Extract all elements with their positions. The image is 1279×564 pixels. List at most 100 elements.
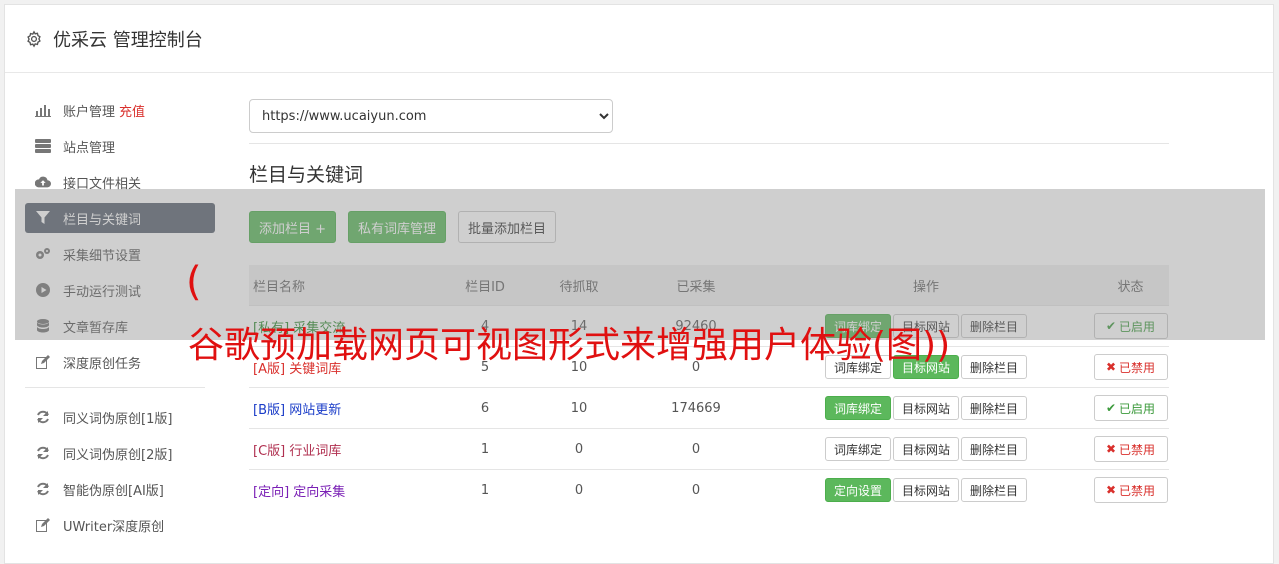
batch-add-column-button[interactable]: 批量添加栏目 (458, 211, 557, 243)
collected-count: 0 (632, 469, 760, 510)
target-site-button[interactable]: 目标网站 (892, 478, 959, 502)
sidebar-item-label: 文章暂存库 (63, 320, 129, 336)
col-header-id: 栏目ID (444, 265, 526, 306)
sidebar-item-label: 账户管理 (63, 104, 116, 120)
sidebar-item-sites[interactable]: 站点管理 (25, 131, 215, 161)
sidebar-item-label: 深度原创任务 (63, 356, 142, 372)
status-toggle[interactable]: ✔ 已启用 (1093, 395, 1168, 421)
bind-lexicon-button[interactable]: 定向设置 (824, 478, 891, 502)
check-icon: ✔ (1105, 319, 1117, 333)
filter-icon (35, 210, 51, 226)
bar-chart-icon (35, 102, 51, 118)
delete-column-button[interactable]: 删除栏目 (961, 478, 1028, 502)
sidebar-item-label: 站点管理 (63, 140, 116, 156)
delete-column-button[interactable]: 删除栏目 (961, 314, 1028, 338)
close-icon: ✖ (1105, 483, 1117, 497)
refresh-icon (35, 409, 51, 425)
table-row: [B版] 网站更新 6 10 174669 词库绑定 目标网站 删除栏目 ✔ 已启用 (249, 387, 1169, 429)
table-row: [C版] 行业词库 1 0 0 词库绑定 目标网站 删除栏目 ✖ 已禁用 (249, 428, 1169, 470)
sidebar-item-account[interactable]: 账户管理 充值 (25, 95, 215, 125)
sidebar-item-article-store[interactable]: 文章暂存库 (25, 311, 215, 341)
toolbar: 添加栏目 + 私有词库管理 批量添加栏目 (249, 211, 1169, 243)
sidebar-item-label: 手动运行测试 (63, 284, 142, 300)
column-tag: [B版] (253, 402, 286, 418)
bind-lexicon-button[interactable]: 词库绑定 (824, 437, 891, 461)
gear-icon (25, 30, 43, 48)
delete-column-button[interactable]: 删除栏目 (961, 355, 1028, 379)
status-cell: ✖ 已禁用 (1092, 346, 1169, 388)
recharge-link[interactable]: 充值 (119, 101, 145, 120)
status-toggle[interactable]: ✖ 已禁用 (1093, 436, 1168, 462)
sidebar-item-ai-rewrite[interactable]: 智能伪原创[AI版] (25, 474, 215, 504)
sidebar-item-columns-keywords[interactable]: 栏目与关键词 (25, 203, 215, 233)
sidebar-item-label: 同义词伪原创[2版] (63, 447, 173, 463)
sidebar-item-interface-files[interactable]: 接口文件相关 (25, 167, 215, 197)
sidebar-item-synonym-v1[interactable]: 同义词伪原创[1版] (25, 402, 215, 432)
refresh-icon (35, 481, 51, 497)
close-icon: ✖ (1105, 442, 1117, 456)
column-name-cell[interactable]: [定向] 定向采集 (249, 469, 444, 510)
status-toggle[interactable]: ✖ 已禁用 (1093, 354, 1168, 380)
private-lexicon-button[interactable]: 私有词库管理 (348, 211, 447, 243)
sidebar-item-uwriter[interactable]: UWriter深度原创 (25, 510, 215, 540)
col-header-name: 栏目名称 (249, 265, 444, 306)
collected-count: 0 (632, 428, 760, 470)
pending-count[interactable]: 0 (526, 428, 632, 470)
sidebar: 账户管理 充值 站点管理 接口文件相关 栏目与关键词 采集细节设置 手动运行测试… (25, 95, 215, 546)
sidebar-item-label: 智能伪原创[AI版] (63, 483, 164, 499)
column-id: 6 (444, 387, 526, 429)
cloud-upload-icon (35, 174, 51, 190)
target-site-button[interactable]: 目标网站 (892, 396, 959, 420)
sidebar-item-label: UWriter深度原创 (63, 519, 165, 535)
sidebar-item-synonym-v2[interactable]: 同义词伪原创[2版] (25, 438, 215, 468)
delete-column-button[interactable]: 删除栏目 (961, 437, 1028, 461)
status-cell: ✖ 已禁用 (1092, 428, 1169, 470)
column-name-cell[interactable]: [B版] 网站更新 (249, 387, 444, 429)
overlay-paren: ( (186, 259, 202, 305)
sidebar-item-label: 栏目与关键词 (63, 212, 142, 228)
status-label: 已禁用 (1119, 483, 1156, 498)
refresh-icon (35, 445, 51, 461)
add-column-button[interactable]: 添加栏目 + (249, 211, 337, 243)
columns-table: 栏目名称 栏目ID 待抓取 已采集 操作 状态 [私有] 采集交流 4 14 9246… (249, 265, 1169, 510)
col-header-collected: 已采集 (632, 265, 760, 306)
actions-cell: 定向设置 目标网站 删除栏目 (760, 469, 1092, 510)
site-select[interactable]: https://www.ucaiyun.com (249, 99, 613, 133)
col-header-pending: 待抓取 (526, 265, 632, 306)
column-name-cell[interactable]: [C版] 行业词库 (249, 428, 444, 470)
close-icon: ✖ (1105, 360, 1117, 374)
col-header-status: 状态 (1092, 265, 1169, 306)
status-toggle[interactable]: ✖ 已禁用 (1093, 477, 1168, 503)
status-label: 已禁用 (1119, 442, 1156, 457)
bind-lexicon-button[interactable]: 词库绑定 (824, 396, 891, 420)
sidebar-item-label: 同义词伪原创[1版] (63, 411, 173, 427)
main-divider (249, 143, 1169, 144)
pending-count[interactable]: 10 (526, 387, 632, 429)
section-title: 栏目与关键词 (249, 164, 364, 186)
check-icon: ✔ (1105, 401, 1117, 415)
status-toggle[interactable]: ✔ 已启用 (1093, 313, 1168, 339)
column-tag: [C版] (253, 443, 286, 459)
play-circle-icon (35, 282, 51, 298)
database-icon (35, 318, 51, 334)
column-name[interactable]: 网站更新 (289, 403, 341, 418)
overlay-caption: 谷歌预加载网页可视图形式来增强用户体验(图)) (188, 325, 951, 366)
status-label: 已禁用 (1119, 360, 1156, 375)
delete-column-button[interactable]: 删除栏目 (961, 396, 1028, 420)
column-name[interactable]: 定向采集 (293, 485, 345, 500)
column-id: 1 (444, 469, 526, 510)
table-row: [定向] 定向采集 1 0 0 定向设置 目标网站 删除栏目 ✖ 已禁用 (249, 469, 1169, 510)
sidebar-item-deep-original[interactable]: 深度原创任务 (25, 347, 215, 377)
status-label: 已启用 (1119, 319, 1156, 334)
target-site-button[interactable]: 目标网站 (892, 437, 959, 461)
pending-count[interactable]: 0 (526, 469, 632, 510)
page-title: 优采云 管理控制台 (53, 29, 203, 51)
status-cell: ✖ 已禁用 (1092, 469, 1169, 510)
sidebar-item-label: 接口文件相关 (63, 176, 142, 192)
column-name[interactable]: 行业词库 (289, 444, 341, 459)
col-header-actions: 操作 (760, 265, 1092, 306)
actions-cell: 词库绑定 目标网站 删除栏目 (760, 387, 1092, 429)
sidebar-item-label: 采集细节设置 (63, 248, 142, 264)
table-header-row: 栏目名称 栏目ID 待抓取 已采集 操作 状态 (249, 265, 1169, 306)
main-content: https://www.ucaiyun.com 栏目与关键词 添加栏目 + 私有… (249, 99, 1169, 510)
